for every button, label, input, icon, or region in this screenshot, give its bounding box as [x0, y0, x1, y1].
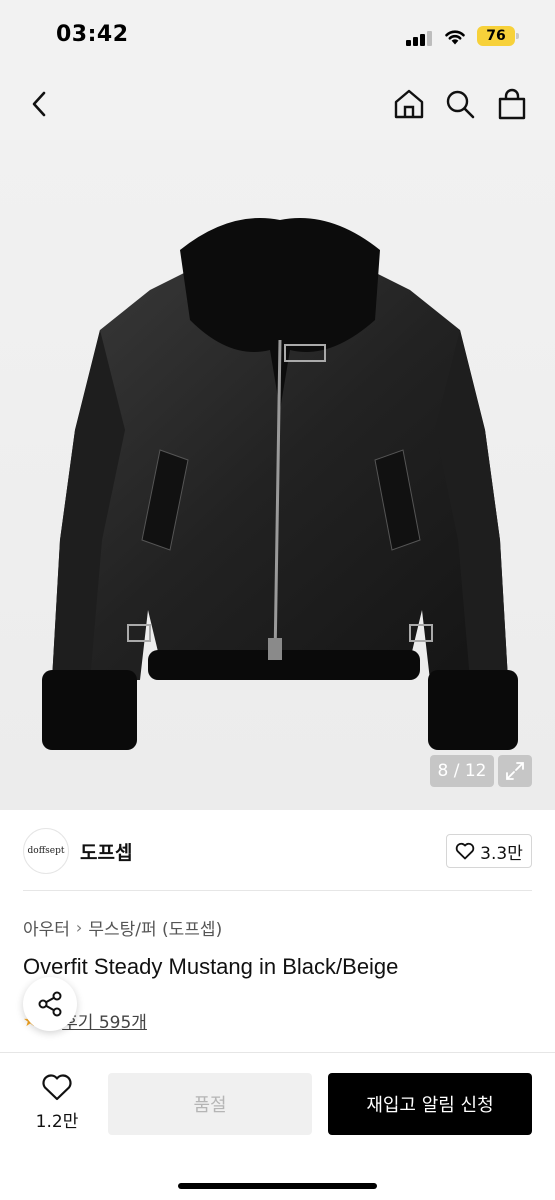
expand-icon — [506, 762, 524, 780]
wishlist-button[interactable]: 1.2만 — [22, 1073, 92, 1133]
store-row: doffsept 도프셉 3.3만 — [0, 810, 555, 892]
heart-icon — [42, 1074, 72, 1101]
status-time: 03:42 — [56, 22, 129, 47]
shopping-bag-icon — [498, 88, 526, 120]
chevron-left-icon — [32, 91, 46, 117]
bottom-action-bar: 1.2만 품절 재입고 알림 신청 — [0, 1052, 555, 1200]
store-like-count: 3.3만 — [480, 843, 523, 864]
back-button[interactable] — [20, 84, 60, 124]
home-button[interactable] — [389, 84, 429, 124]
image-counter: 8 / 12 — [430, 755, 494, 787]
home-indicator — [178, 1183, 377, 1189]
product-image — [42, 218, 518, 750]
battery-indicator: 76 — [477, 26, 519, 46]
expand-image-button[interactable] — [498, 755, 532, 787]
product-title: Overfit Steady Mustang in Black/Beige — [23, 954, 399, 979]
store-name[interactable]: 도프셉 — [80, 838, 132, 865]
cart-button[interactable] — [492, 84, 532, 124]
breadcrumb-subcategory[interactable]: 무스탕/퍼 (도프셉) — [88, 915, 222, 940]
product-image-gallery[interactable]: 8 / 12 — [0, 140, 555, 810]
share-icon — [38, 991, 62, 1017]
search-icon — [446, 90, 475, 119]
wifi-icon — [445, 30, 465, 45]
chevron-right-icon: › — [75, 918, 83, 937]
top-nav-bar — [0, 70, 555, 140]
breadcrumb-category[interactable]: 아우터 — [23, 915, 70, 940]
cellular-signal-icon — [406, 30, 432, 46]
search-button[interactable] — [440, 84, 480, 124]
soldout-button: 품절 — [108, 1073, 312, 1135]
wishlist-count: 1.2만 — [35, 1112, 79, 1132]
home-icon — [394, 89, 424, 119]
store-like-button[interactable]: 3.3만 — [446, 834, 532, 868]
restock-alert-button[interactable]: 재입고 알림 신청 — [328, 1073, 532, 1135]
divider — [23, 890, 532, 891]
status-bar: 03:42 76 — [0, 0, 555, 70]
breadcrumb: 아우터 › 무스탕/퍼 (도프셉) — [23, 915, 222, 940]
store-logo[interactable]: doffsept — [23, 828, 69, 874]
heart-icon — [455, 842, 475, 860]
share-button[interactable] — [23, 977, 77, 1031]
